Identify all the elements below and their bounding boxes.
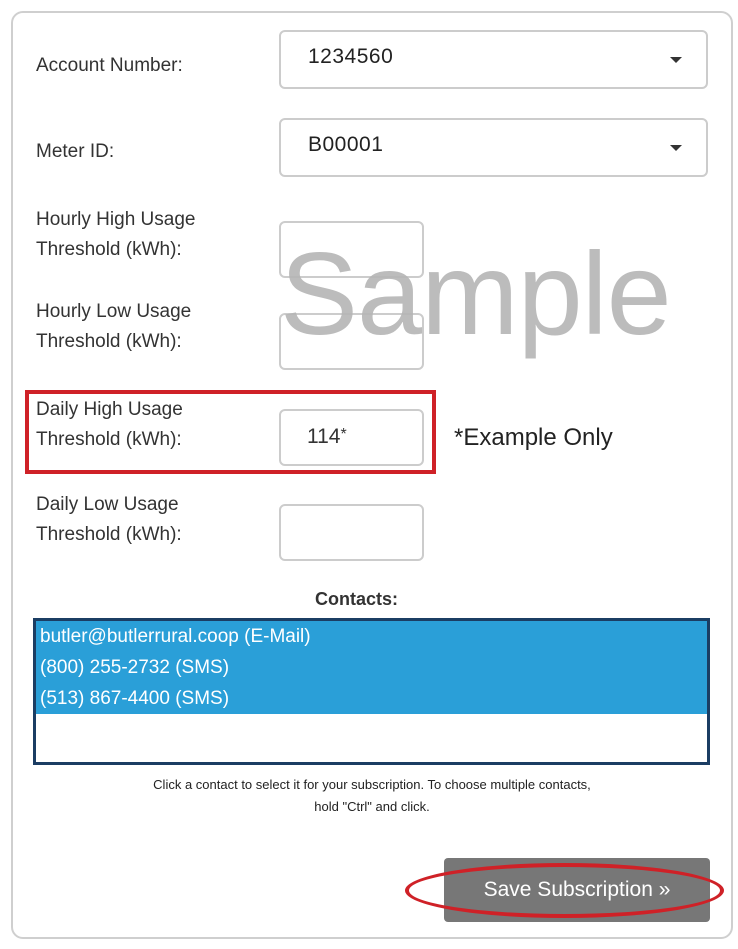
- daily-low-threshold-input[interactable]: [279, 504, 424, 561]
- hourly-high-label-line1: Hourly High Usage: [36, 209, 196, 230]
- contacts-help-line2: hold "Ctrl" and click.: [314, 799, 430, 814]
- account-number-value: 1234560: [308, 45, 394, 68]
- contact-option[interactable]: (800) 255-2732 (SMS): [36, 652, 707, 683]
- contacts-heading: Contacts:: [315, 589, 399, 609]
- hourly-high-threshold-input[interactable]: [279, 221, 424, 278]
- contacts-listbox[interactable]: butler@butlerrural.coop (E-Mail) (800) 2…: [33, 618, 710, 765]
- meter-id-select[interactable]: B00001: [279, 118, 708, 177]
- hourly-low-label: Hourly Low Usage Threshold (kWh):: [36, 297, 191, 357]
- daily-low-label: Daily Low Usage Threshold (kWh):: [36, 490, 182, 550]
- daily-high-highlight-box: [25, 390, 436, 474]
- contact-option[interactable]: (513) 867-4400 (SMS): [36, 683, 707, 714]
- hourly-high-label: Hourly High Usage Threshold (kWh):: [36, 205, 195, 265]
- contact-option[interactable]: butler@butlerrural.coop (E-Mail): [36, 621, 707, 652]
- save-subscription-button[interactable]: Save Subscription »: [444, 858, 710, 922]
- hourly-low-label-line1: Hourly Low Usage: [36, 301, 192, 322]
- meter-id-value: B00001: [308, 133, 384, 156]
- hourly-high-label-line2: Threshold (kWh):: [36, 239, 182, 260]
- contacts-help-text: Click a contact to select it for your su…: [30, 772, 714, 820]
- chevron-down-icon: [670, 145, 682, 151]
- daily-low-label-line1: Daily Low Usage: [36, 494, 179, 515]
- account-number-select[interactable]: 1234560: [279, 30, 708, 89]
- hourly-low-threshold-input[interactable]: [279, 313, 424, 370]
- chevron-down-icon: [670, 57, 682, 63]
- account-number-label: Account Number:: [36, 55, 183, 76]
- example-only-note: *Example Only: [454, 424, 613, 451]
- daily-low-label-line2: Threshold (kWh):: [36, 524, 182, 545]
- hourly-low-label-line2: Threshold (kWh):: [36, 331, 182, 352]
- meter-id-label: Meter ID:: [36, 141, 115, 162]
